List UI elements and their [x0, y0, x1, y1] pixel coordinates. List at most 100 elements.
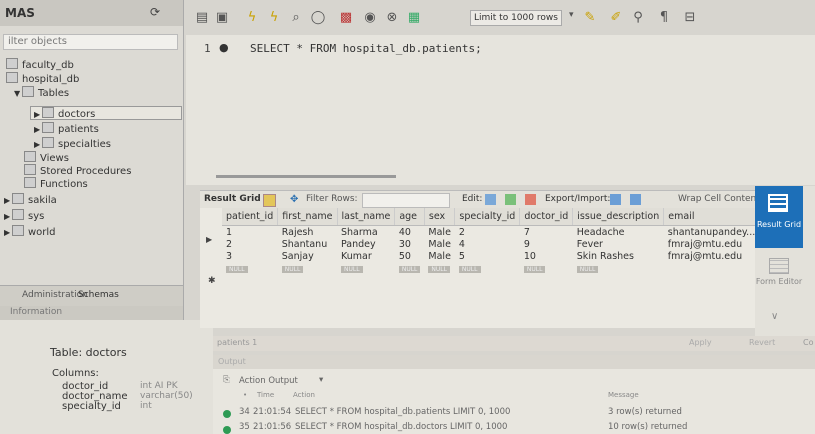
chevron-right-icon[interactable]: ▶ — [34, 139, 42, 151]
column-header[interactable]: email — [663, 208, 760, 226]
table-cell[interactable]: shantanupandey... — [664, 226, 759, 239]
table-cell[interactable]: Rajesh — [278, 226, 337, 239]
stop-icon[interactable]: ◯ — [310, 10, 326, 26]
table-cell[interactable]: 30 — [395, 238, 425, 250]
null-cell[interactable]: NULL — [520, 262, 573, 274]
tree-item-tables[interactable]: ▼ Tables — [14, 86, 69, 100]
context-help-button[interactable]: Co — [803, 338, 813, 347]
null-cell[interactable]: NULL — [573, 262, 664, 274]
table-cell[interactable]: Male — [424, 250, 455, 262]
wrap-cell-content-label[interactable]: Wrap Cell Content — [678, 194, 760, 204]
limit-rows-select[interactable]: Limit to 1000 rows — [470, 10, 562, 26]
table-cell[interactable]: 4 — [455, 238, 520, 250]
revert-button[interactable]: Revert — [749, 338, 775, 347]
chevron-right-icon[interactable]: ▶ — [34, 124, 42, 136]
copy-icon[interactable]: ⎘ — [223, 375, 230, 385]
tree-item-patients[interactable]: ▶ patients — [34, 122, 99, 136]
null-cell[interactable] — [664, 262, 759, 274]
column-header[interactable]: first_name — [277, 208, 338, 226]
edit-row-icon[interactable] — [485, 194, 496, 205]
table-cell[interactable]: Kumar — [337, 250, 395, 262]
table-row[interactable]: 3 Sanjay Kumar 50 Male 5 10 Skin Rashes … — [222, 250, 759, 262]
filter-icon[interactable]: ✥ — [290, 194, 301, 205]
table-cell[interactable]: 7 — [520, 226, 573, 239]
autocommit-icon[interactable]: ▦ — [406, 10, 422, 26]
table-cell[interactable]: Shantanu — [278, 238, 337, 250]
table-cell[interactable]: Male — [424, 226, 455, 239]
tab-schemas[interactable]: Schemas — [78, 290, 119, 300]
tree-item-stored-procedures[interactable]: Stored Procedures — [24, 164, 131, 178]
tree-item-world[interactable]: ▶ world — [4, 225, 56, 239]
table-cell[interactable]: fmraj@mtu.edu — [664, 238, 759, 250]
table-cell[interactable]: 10 — [520, 250, 573, 262]
null-cell[interactable]: NULL — [278, 262, 337, 274]
chevron-right-icon[interactable]: ▶ — [4, 195, 12, 207]
execute-icon[interactable]: ϟ — [244, 10, 260, 26]
table-cell[interactable]: Skin Rashes — [573, 250, 664, 262]
result-grid[interactable]: ▶ ✱ patient_id first_name last_name age … — [200, 208, 760, 328]
table-cell[interactable]: 5 — [455, 250, 520, 262]
apply-button[interactable]: Apply — [689, 338, 712, 347]
column-header[interactable]: issue_description — [572, 208, 665, 226]
tree-item-sys[interactable]: ▶ sys — [4, 209, 44, 223]
chevron-right-icon[interactable]: ▶ — [34, 109, 42, 121]
column-header[interactable]: age — [394, 208, 425, 226]
commit-icon[interactable]: ◉ — [362, 10, 378, 26]
table-cell[interactable]: 50 — [395, 250, 425, 262]
table-cell[interactable]: Headache — [573, 226, 664, 239]
grid-view-icon[interactable] — [263, 194, 276, 207]
chevron-down-icon[interactable]: ▾ — [319, 375, 323, 385]
table-cell[interactable]: Pandey — [337, 238, 395, 250]
form-editor-button[interactable]: Form Editor — [755, 252, 803, 302]
tree-item-doctors[interactable]: ▶ doctors — [34, 107, 95, 121]
tree-item-functions[interactable]: Functions — [24, 177, 88, 191]
table-cell[interactable]: Sanjay — [278, 250, 337, 262]
chevron-down-icon[interactable]: ▾ — [569, 10, 574, 20]
beautify-icon[interactable]: ✎ — [582, 10, 598, 26]
column-header[interactable]: patient_id — [222, 208, 279, 226]
tree-item-views[interactable]: Views — [24, 151, 69, 165]
save-icon[interactable]: ▣ — [214, 10, 230, 26]
null-cell[interactable]: NULL — [222, 262, 278, 274]
add-row-icon[interactable] — [505, 194, 516, 205]
output-row-action[interactable]: SELECT * FROM hospital_db.patients LIMIT… — [295, 407, 510, 417]
tree-item-sakila[interactable]: ▶ sakila — [4, 193, 57, 207]
delete-row-icon[interactable] — [525, 194, 536, 205]
tree-item-faculty-db[interactable]: faculty_db — [6, 58, 74, 72]
output-mode-select[interactable]: Action Output — [239, 376, 298, 386]
sql-editor[interactable]: 1 ● SELECT * FROM hospital_db.patients; — [186, 35, 815, 185]
table-cell[interactable]: Fever — [573, 238, 664, 250]
find-replace-icon[interactable]: ✐ — [608, 10, 624, 26]
column-header[interactable]: last_name — [337, 208, 396, 226]
column-header[interactable]: sex — [424, 208, 456, 226]
table-cell[interactable]: 40 — [395, 226, 425, 239]
toggle-error-icon[interactable]: ▩ — [338, 10, 354, 26]
wrap-lines-icon[interactable]: ⊟ — [682, 10, 698, 26]
search-icon[interactable]: ⚲ — [630, 10, 646, 26]
editor-scrollbar[interactable] — [216, 175, 396, 178]
chevron-right-icon[interactable]: ▶ — [4, 211, 12, 223]
null-cell[interactable]: NULL — [337, 262, 395, 274]
chevron-down-icon[interactable]: ▼ — [14, 88, 22, 100]
table-cell[interactable]: 2 — [455, 226, 520, 239]
table-cell[interactable]: 3 — [222, 250, 278, 262]
table-cell[interactable]: 9 — [520, 238, 573, 250]
filter-rows-input[interactable] — [362, 193, 450, 208]
table-row[interactable]: 1 Rajesh Sharma 40 Male 2 7 Headache sha… — [222, 226, 759, 239]
chevron-down-icon[interactable]: ∨ — [771, 311, 778, 322]
tree-item-specialties[interactable]: ▶ specialties — [34, 137, 111, 151]
import-icon[interactable] — [630, 194, 641, 205]
tab-patients-1[interactable]: patients 1 — [217, 338, 257, 347]
output-row-action[interactable]: SELECT * FROM hospital_db.doctors LIMIT … — [295, 422, 507, 432]
null-cell[interactable]: NULL — [424, 262, 455, 274]
table-cell[interactable]: Male — [424, 238, 455, 250]
export-icon[interactable] — [610, 194, 621, 205]
explain-icon[interactable]: ⌕ — [288, 10, 304, 26]
column-header[interactable]: doctor_id — [519, 208, 574, 226]
table-cell[interactable]: 1 — [222, 226, 278, 239]
table-cell[interactable]: fmraj@mtu.edu — [664, 250, 759, 262]
filter-objects-input[interactable]: ilter objects — [3, 34, 178, 50]
sql-statement[interactable]: SELECT * FROM hospital_db.patients; — [250, 42, 482, 55]
tree-item-hospital-db[interactable]: hospital_db — [6, 72, 79, 86]
null-cell[interactable]: NULL — [395, 262, 425, 274]
